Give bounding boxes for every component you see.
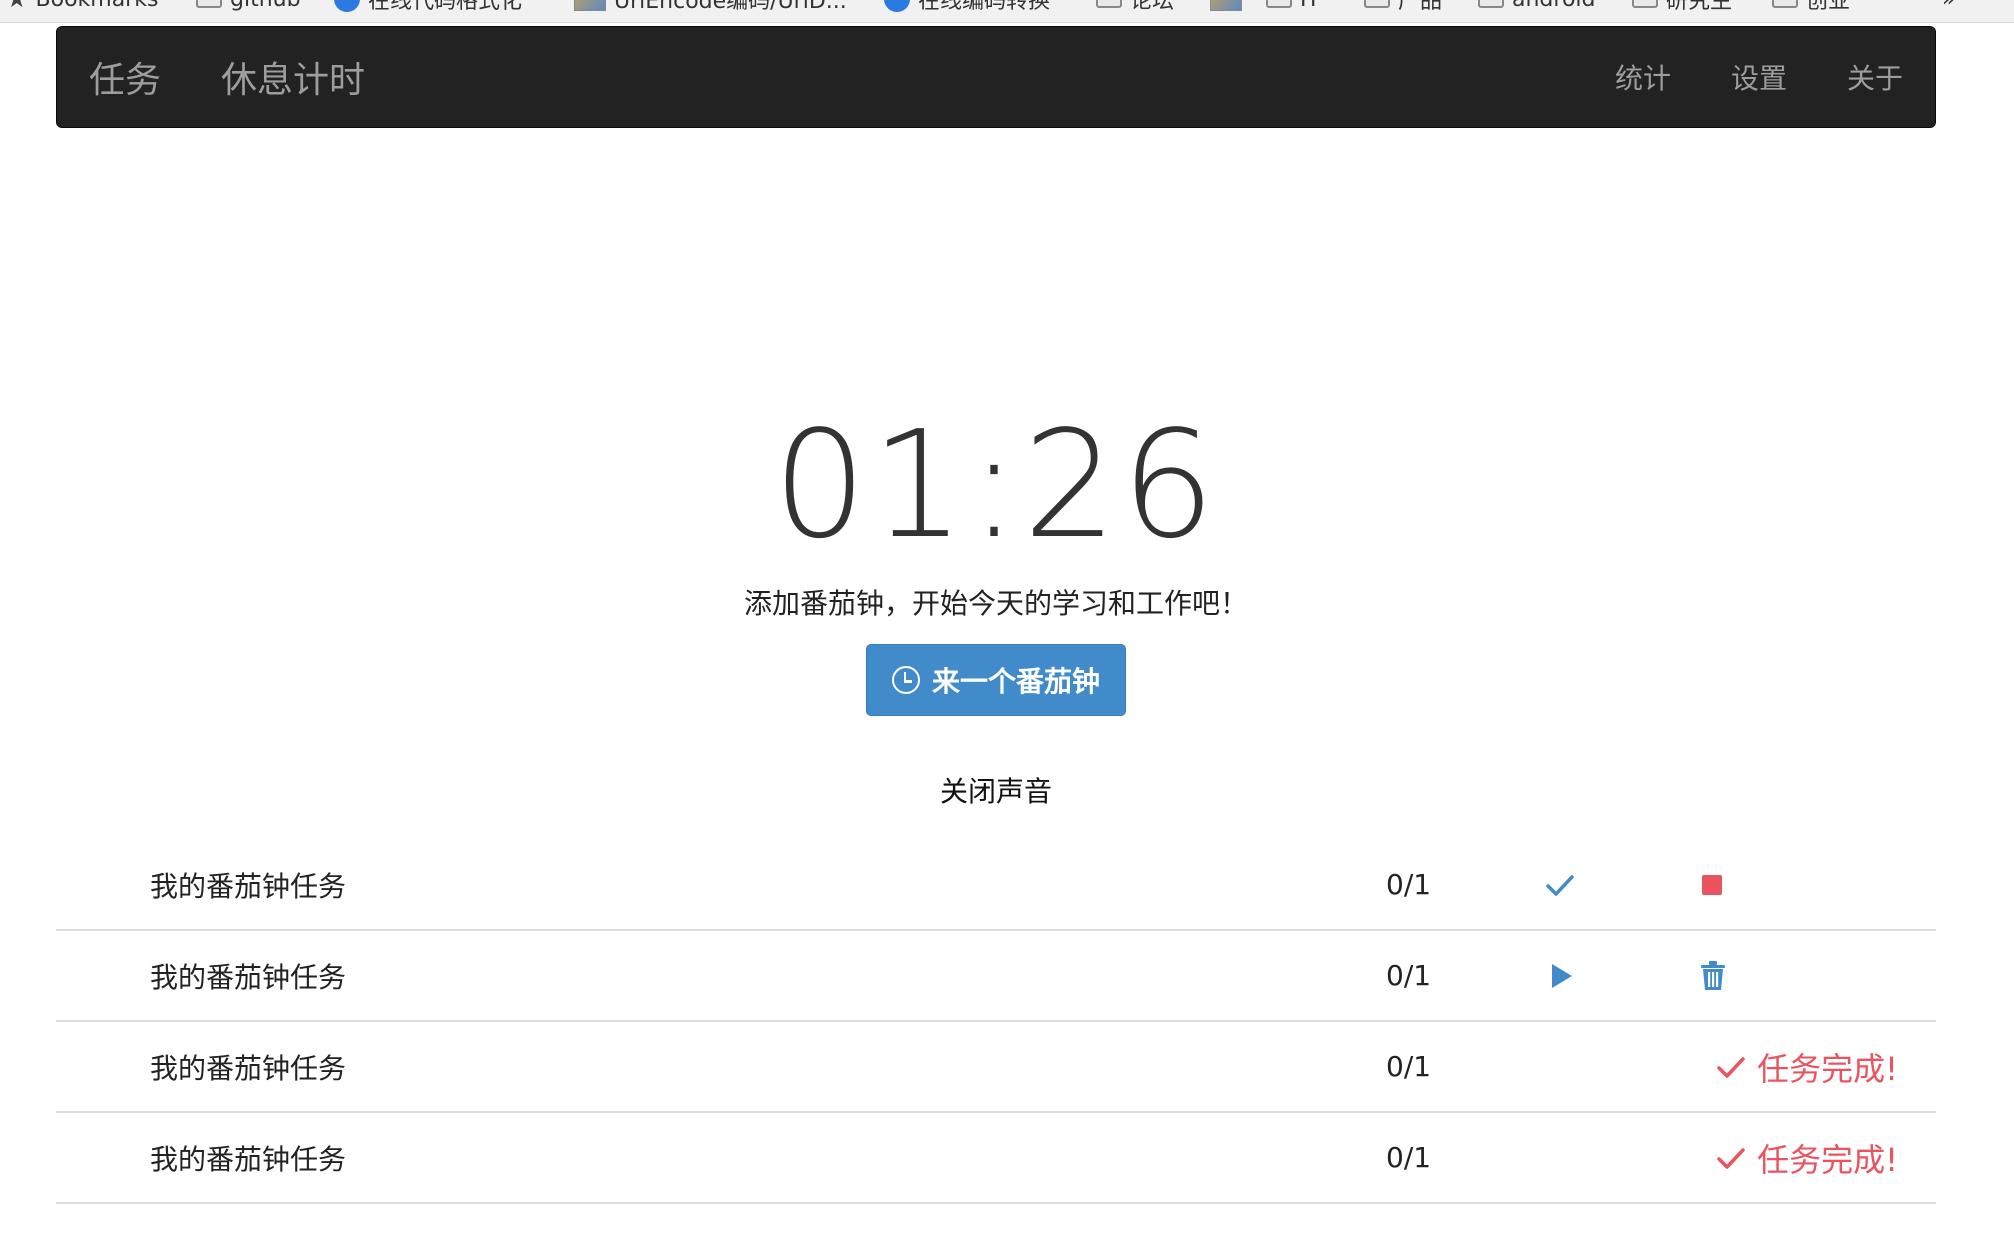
- nav-tasks[interactable]: 任务: [89, 27, 161, 127]
- play-task-button[interactable]: [1550, 931, 1574, 1020]
- stop-icon: [1702, 874, 1722, 895]
- task-list: 我的番茄钟任务 0/1 我的番茄钟任务 0/1 我的番茄钟任务 0/1 任务完成…: [56, 840, 1936, 1204]
- folder-icon: [1364, 0, 1390, 8]
- overflow-label: »: [1942, 0, 1955, 12]
- task-count: 0/1: [1386, 1050, 1432, 1083]
- bookmark-item[interactable]: 在线代码格式化: [334, 0, 523, 14]
- bookmark-label: Bookmarks: [36, 0, 159, 12]
- check-icon: [1717, 1056, 1745, 1078]
- task-complete-text: 任务完成!: [1757, 1140, 1898, 1179]
- task-count: 0/1: [1386, 1141, 1432, 1174]
- bookmark-item[interactable]: 在线编码转换: [884, 0, 1051, 14]
- play-icon: [1552, 963, 1572, 988]
- task-complete-text: 任务完成!: [1757, 1049, 1898, 1088]
- task-row: 我的番茄钟任务 0/1: [56, 931, 1936, 1022]
- nav-statistics[interactable]: 统计: [1615, 27, 1671, 127]
- bookmark-item[interactable]: 论坛: [1096, 0, 1175, 14]
- top-navbar: 任务 休息计时 统计 设置 关于: [56, 26, 1936, 128]
- folder-icon: [196, 0, 222, 8]
- folder-icon: [1632, 0, 1658, 8]
- bookmark-label: 在线代码格式化: [368, 0, 523, 14]
- bookmark-label: android: [1512, 0, 1596, 12]
- timer-hint: 添加番茄钟，开始今天的学习和工作吧！: [743, 587, 1248, 620]
- mute-sound-toggle[interactable]: 关闭声音: [0, 770, 1992, 810]
- task-name: 我的番茄钟任务: [150, 869, 347, 903]
- folder-icon: [1772, 0, 1798, 8]
- clock-icon: [891, 666, 920, 694]
- bookmark-item[interactable]: ★ Bookmarks: [6, 0, 159, 13]
- bookmark-label: 在线编码转换: [918, 0, 1051, 14]
- globe-icon: [884, 0, 910, 12]
- image-icon: [1210, 0, 1242, 11]
- task-name: 我的番茄钟任务: [150, 1142, 347, 1176]
- nav-break-timer[interactable]: 休息计时: [221, 27, 365, 127]
- start-pomodoro-label: 来一个番茄钟: [931, 665, 1100, 698]
- folder-icon: [1096, 0, 1122, 8]
- bookmark-label: 产品: [1398, 0, 1443, 14]
- nav-settings[interactable]: 设置: [1731, 27, 1787, 127]
- bookmark-item[interactable]: github: [196, 0, 301, 12]
- task-row: 我的番茄钟任务 0/1 任务完成!: [56, 1113, 1936, 1204]
- bookmark-label: IT: [1300, 0, 1320, 12]
- check-icon: [1546, 874, 1574, 896]
- delete-task-button[interactable]: [1700, 931, 1726, 1020]
- globe-icon: [334, 0, 360, 12]
- bookmark-item[interactable]: android: [1478, 0, 1596, 12]
- trash-icon: [1701, 960, 1725, 990]
- bookmark-item[interactable]: 产品: [1364, 0, 1443, 14]
- nav-about[interactable]: 关于: [1847, 27, 1903, 127]
- bookmarks-bar: ★ Bookmarks github 在线代码格式化 UrlEncode编码/U…: [0, 0, 2014, 23]
- star-icon: ★: [6, 0, 28, 13]
- task-row: 我的番茄钟任务 0/1: [56, 840, 1936, 931]
- start-pomodoro-button[interactable]: 来一个番茄钟: [866, 644, 1126, 716]
- page-icon: [574, 0, 606, 11]
- task-count: 0/1: [1386, 868, 1432, 901]
- bookmark-item[interactable]: UrlEncode编码/UrlD...: [574, 0, 847, 14]
- complete-task-button[interactable]: [1544, 840, 1576, 929]
- bookmark-item[interactable]: IT: [1266, 0, 1320, 12]
- task-complete-label: 任务完成!: [1715, 1022, 1898, 1111]
- stop-task-button[interactable]: [1700, 840, 1724, 929]
- bookmark-label: github: [230, 0, 301, 12]
- task-name: 我的番茄钟任务: [150, 1051, 347, 1085]
- bookmark-label: 创业: [1806, 0, 1851, 14]
- bookmarks-overflow-button[interactable]: »: [1942, 0, 1955, 12]
- bookmark-label: UrlEncode编码/UrlD...: [614, 0, 847, 14]
- task-row: 我的番茄钟任务 0/1 任务完成!: [56, 1022, 1936, 1113]
- bookmark-item[interactable]: [1210, 0, 1242, 12]
- task-name: 我的番茄钟任务: [150, 960, 347, 994]
- bookmark-label: 论坛: [1130, 0, 1175, 14]
- folder-icon: [1478, 0, 1504, 8]
- bookmark-item[interactable]: 创业: [1772, 0, 1851, 14]
- bookmark-label: 研究生: [1666, 0, 1733, 14]
- check-icon: [1717, 1147, 1745, 1169]
- bookmark-item[interactable]: 研究生: [1632, 0, 1733, 14]
- folder-icon: [1266, 0, 1292, 8]
- timer-display: 01:26: [772, 399, 1220, 571]
- task-complete-label: 任务完成!: [1715, 1113, 1898, 1202]
- task-count: 0/1: [1386, 959, 1432, 992]
